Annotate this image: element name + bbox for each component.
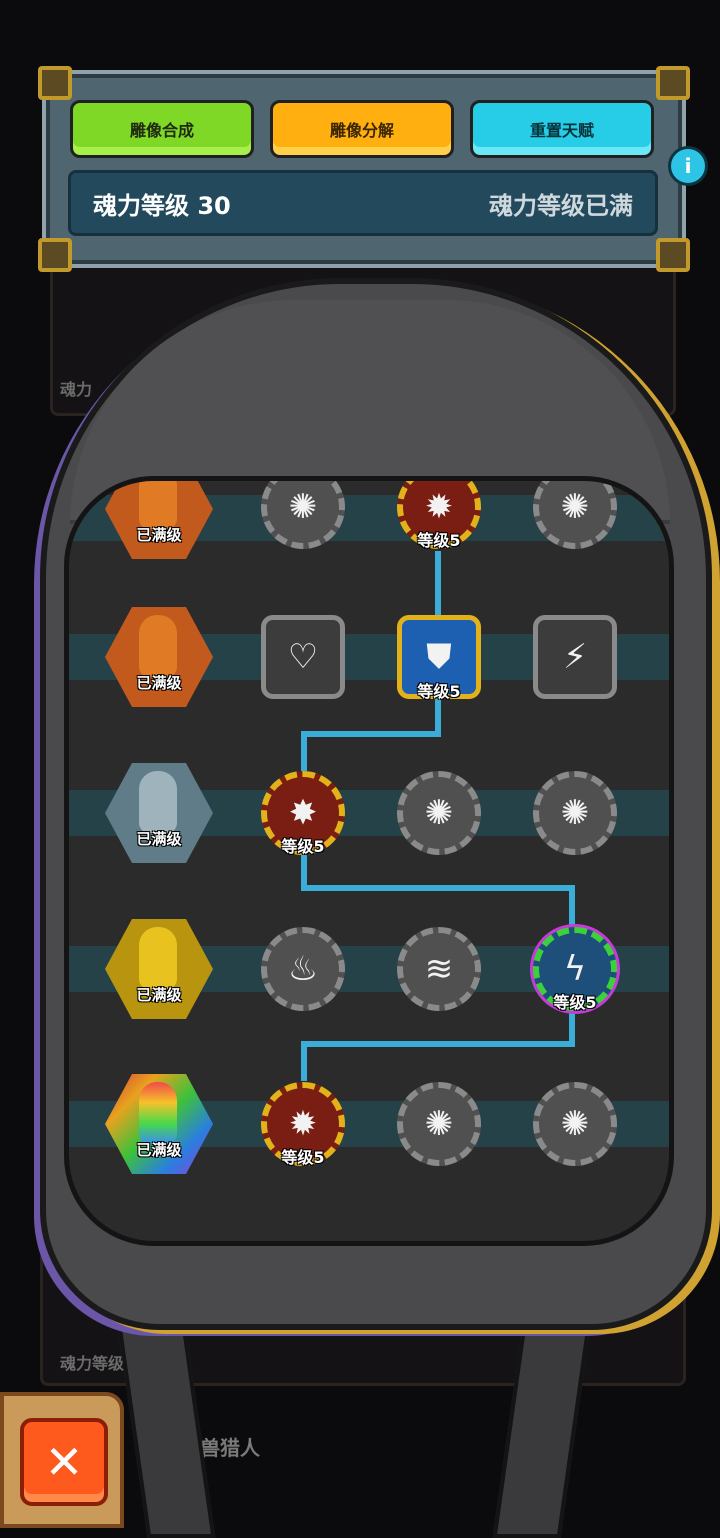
statue-figure: [139, 615, 177, 677]
info-icon[interactable]: i: [668, 146, 708, 186]
talent-node-4-3[interactable]: ✺: [533, 1082, 617, 1166]
talent-node-speed[interactable]: ⚡: [533, 615, 617, 699]
emblem-icon: ✺: [560, 487, 590, 527]
path-segment: [435, 551, 441, 621]
statue-tag: 已满级: [136, 526, 182, 544]
fire-icon: ♨: [287, 949, 319, 989]
emblem-icon: ✹: [424, 487, 454, 527]
statue-figure: [139, 927, 177, 989]
talent-node-4-2[interactable]: ✺: [397, 1082, 481, 1166]
statue-figure: [139, 481, 177, 529]
statue-decompose-button[interactable]: 雕像分解: [270, 100, 454, 158]
talent-node-heart[interactable]: ♡: [261, 615, 345, 699]
path-segment: [301, 885, 575, 891]
emblem-icon: ✺: [560, 793, 590, 833]
emblem-icon: ✺: [424, 793, 454, 833]
panel-corner: [38, 66, 72, 100]
talent-node-fire[interactable]: ♨: [261, 927, 345, 1011]
emblem-icon: ✺: [424, 1104, 454, 1144]
talent-node-lightning[interactable]: ϟ 等级5: [533, 927, 617, 1012]
emblem-icon: ✺: [288, 487, 318, 527]
path-segment: [301, 731, 441, 737]
statue-row-4[interactable]: 已满级: [105, 1074, 213, 1174]
level-label: 等级5: [417, 682, 461, 701]
lightning-icon: ϟ: [563, 949, 587, 989]
talent-node-2-2[interactable]: ✺: [397, 771, 481, 855]
emblem-icon: ✹: [288, 1104, 318, 1144]
statue-tag: 已满级: [136, 986, 182, 1004]
talent-node-shield[interactable]: ⛊ 等级5: [397, 615, 481, 701]
heart-icon: ♡: [287, 637, 319, 677]
path-segment: [301, 1041, 575, 1047]
soul-level-bar: 魂力等级 30 魂力等级已满: [68, 170, 658, 236]
statue-tag: 已满级: [136, 1141, 182, 1159]
emblem-icon: ✺: [560, 1104, 590, 1144]
statue-tag: 已满级: [136, 830, 182, 848]
statue-figure: [139, 771, 177, 833]
close-icon: ✕: [44, 1435, 84, 1489]
talent-node-0-2[interactable]: ✹ 等级5: [397, 481, 481, 550]
close-button[interactable]: ✕: [20, 1418, 108, 1506]
talent-node-2-1[interactable]: ✸ 等级5: [261, 771, 345, 856]
level-label: 等级5: [281, 1148, 325, 1167]
top-panel: 雕像合成 雕像分解 重置天赋 魂力等级 30 魂力等级已满: [38, 66, 690, 272]
path-segment: [301, 731, 307, 771]
statue-synthesize-button[interactable]: 雕像合成: [70, 100, 254, 158]
panel-corner: [656, 238, 690, 272]
statue-figure: [139, 1082, 177, 1144]
statue-row-2[interactable]: 已满级: [105, 763, 213, 863]
level-label: 等级5: [417, 531, 461, 550]
claw-icon: ✸: [288, 793, 318, 833]
talent-node-2-3[interactable]: ✺: [533, 771, 617, 855]
shield-icon: ⛊: [426, 637, 452, 677]
bg-label-top: 魂力: [60, 380, 93, 399]
panel-corner: [656, 66, 690, 100]
level-label: 等级5: [281, 837, 325, 856]
talent-node-4-1[interactable]: ✹ 等级5: [261, 1082, 345, 1167]
level-label: 等级5: [553, 993, 597, 1012]
statue-row-3[interactable]: 已满级: [105, 919, 213, 1019]
soul-level-text: 魂力等级 30: [93, 191, 231, 220]
statue-row-0[interactable]: 已满级: [105, 481, 213, 559]
talent-tree-screen[interactable]: 已满级 ✺ ✹ 等级5 ✺ 已满级 ♡ ⛊ 等级5 ⚡ 已满级 ✸ 等级5 ✺ …: [64, 476, 674, 1246]
path-segment: [569, 1011, 575, 1047]
statue-tag: 已满级: [136, 674, 182, 692]
path-segment: [569, 885, 575, 925]
path-segment: [301, 1041, 307, 1081]
wind-icon: ≋: [424, 949, 454, 989]
panel-corner: [38, 238, 72, 272]
statue-row-1[interactable]: 已满级: [105, 607, 213, 707]
speed-icon: ⚡: [563, 637, 587, 677]
close-button-frame: ✕: [0, 1392, 124, 1528]
reset-talent-button[interactable]: 重置天赋: [470, 100, 654, 158]
talent-node-wind[interactable]: ≋: [397, 927, 481, 1011]
soul-level-status: 魂力等级已满: [489, 191, 633, 220]
